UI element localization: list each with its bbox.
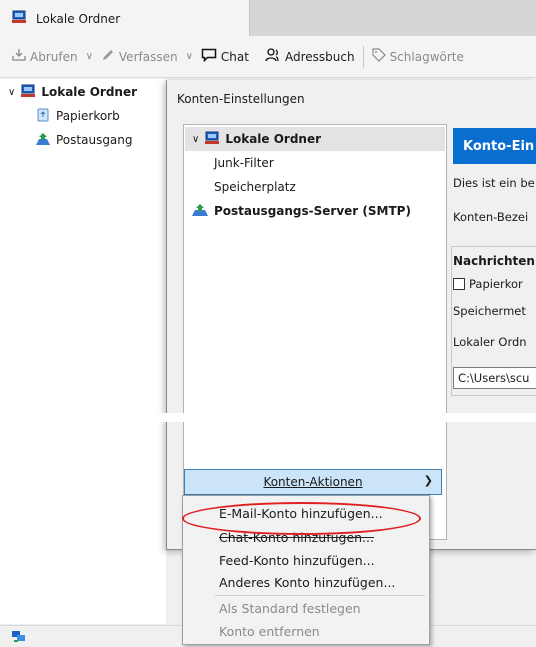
empty-trash-checkbox[interactable] [453, 278, 465, 290]
menu-separator [215, 595, 425, 596]
compose-dropdown-chevron-icon[interactable]: ∨ [182, 51, 197, 62]
menu-add-chat-label: Chat-Konto hinzufügen... [219, 529, 374, 545]
local-folder-path-field[interactable]: C:\Users\scu [453, 367, 536, 389]
tree-item-local-folders[interactable]: ∨ Lokale Ordner [192, 128, 321, 150]
main-toolbar: Abrufen ∨ Verfassen ∨ Chat Adressbuch Sc… [0, 36, 536, 78]
tree-storage-label: Speicherplatz [214, 180, 296, 194]
menu-set-default-label: Als Standard festlegen [219, 600, 361, 616]
menu-add-chat-account[interactable]: Chat-Konto hinzufügen... [219, 526, 374, 548]
folder-local-folders[interactable]: ∨ Lokale Ordner [8, 81, 137, 103]
smtp-server-icon [192, 203, 208, 220]
menu-add-feed-label: Feed-Konto hinzufügen... [219, 552, 375, 568]
account-settings-pane: Konto-Ein Dies ist ein be Konten-Bezei N… [449, 124, 536, 424]
dialog-title: Konten-Einstellungen [177, 92, 305, 106]
account-name-label: Konten-Bezei [453, 210, 529, 224]
empty-trash-checkbox-row[interactable]: Papierkor [453, 277, 523, 291]
fetch-label: Abrufen [30, 49, 78, 64]
screenshot-splice-gap [0, 413, 536, 422]
folder-outbox-label: Postausgang [56, 133, 133, 147]
menu-add-other-label: Anderes Konto hinzufügen... [219, 574, 396, 590]
storage-method-label: Speichermet [453, 304, 526, 318]
folder-root-label: Lokale Ordner [41, 85, 138, 99]
compose-label: Verfassen [118, 49, 178, 64]
tree-item-storage[interactable]: Speicherplatz [214, 176, 296, 198]
local-folders-icon [205, 131, 220, 148]
folder-outbox[interactable]: Postausgang [36, 129, 133, 151]
fetch-button[interactable]: Abrufen [8, 43, 82, 71]
tags-label: Schlagwörte [389, 49, 464, 64]
local-folders-icon [21, 84, 36, 101]
tags-button[interactable]: Schlagwörte [368, 43, 468, 71]
toolbar-separator [362, 45, 364, 68]
folder-trash-label: Papierkorb [56, 109, 120, 123]
tree-item-junk-filter[interactable]: Junk-Filter [214, 152, 274, 174]
fetch-dropdown-chevron-icon[interactable]: ∨ [82, 51, 97, 62]
tree-root-label: Lokale Ordner [225, 132, 322, 146]
tab-local-folders[interactable]: Lokale Ordner [0, 0, 250, 37]
chat-bubble-icon [201, 48, 217, 65]
addressbook-button[interactable]: Adressbuch [261, 43, 359, 71]
menu-add-email-label: E-Mail-Konto hinzufügen... [219, 505, 383, 521]
pencil-icon [101, 48, 115, 65]
menu-add-feed-account[interactable]: Feed-Konto hinzufügen... [219, 549, 375, 571]
tag-icon [371, 48, 386, 65]
chevron-down-icon: ∨ [8, 86, 16, 98]
folder-trash[interactable]: Papierkorb [36, 105, 120, 127]
menu-add-email-account[interactable]: E-Mail-Konto hinzufügen... [219, 502, 383, 524]
empty-trash-label: Papierkor [469, 277, 523, 291]
menu-set-default[interactable]: Als Standard festlegen [219, 597, 361, 619]
settings-banner: Konto-Ein [453, 128, 536, 164]
trash-icon [36, 108, 50, 125]
menu-remove-label: Konto entfernen [219, 623, 320, 639]
account-actions-menu: E-Mail-Konto hinzufügen... Chat-Konto hi… [182, 495, 430, 645]
local-folders-icon [12, 10, 26, 27]
menu-add-other-account[interactable]: Anderes Konto hinzufügen... [219, 571, 395, 593]
tree-junk-label: Junk-Filter [214, 156, 274, 170]
chat-button[interactable]: Chat [197, 43, 253, 71]
account-actions-button[interactable]: Konten-Aktionen ❯ [184, 469, 442, 495]
download-icon [12, 48, 26, 65]
tree-item-smtp[interactable]: Postausgangs-Server (SMTP) [192, 200, 411, 222]
tab-bar: Lokale Ordner [0, 0, 536, 37]
local-folder-label: Lokaler Ordn [453, 335, 527, 349]
group-title: Nachrichten [453, 254, 535, 268]
chevron-down-icon: ❯ [423, 474, 433, 487]
tree-smtp-label: Postausgangs-Server (SMTP) [214, 204, 411, 218]
tab-title: Lokale Ordner [36, 11, 121, 26]
compose-button[interactable]: Verfassen [97, 43, 182, 71]
menu-remove-account[interactable]: Konto entfernen [219, 620, 320, 642]
outbox-icon [36, 132, 50, 149]
description-text: Dies ist ein be [453, 176, 535, 190]
chat-label: Chat [220, 49, 249, 64]
folder-pane: ∨ Lokale Ordner Papierkorb Postausgang [0, 79, 166, 624]
account-actions-label: Konten-Aktionen [263, 475, 363, 489]
online-status-icon[interactable] [12, 629, 26, 646]
account-settings-dialog: Konten-Einstellungen ∨ Lokale Ordner Jun… [166, 80, 536, 550]
addressbook-label: Adressbuch [284, 49, 355, 64]
contacts-icon [265, 48, 281, 65]
chevron-down-icon: ∨ [192, 133, 200, 145]
